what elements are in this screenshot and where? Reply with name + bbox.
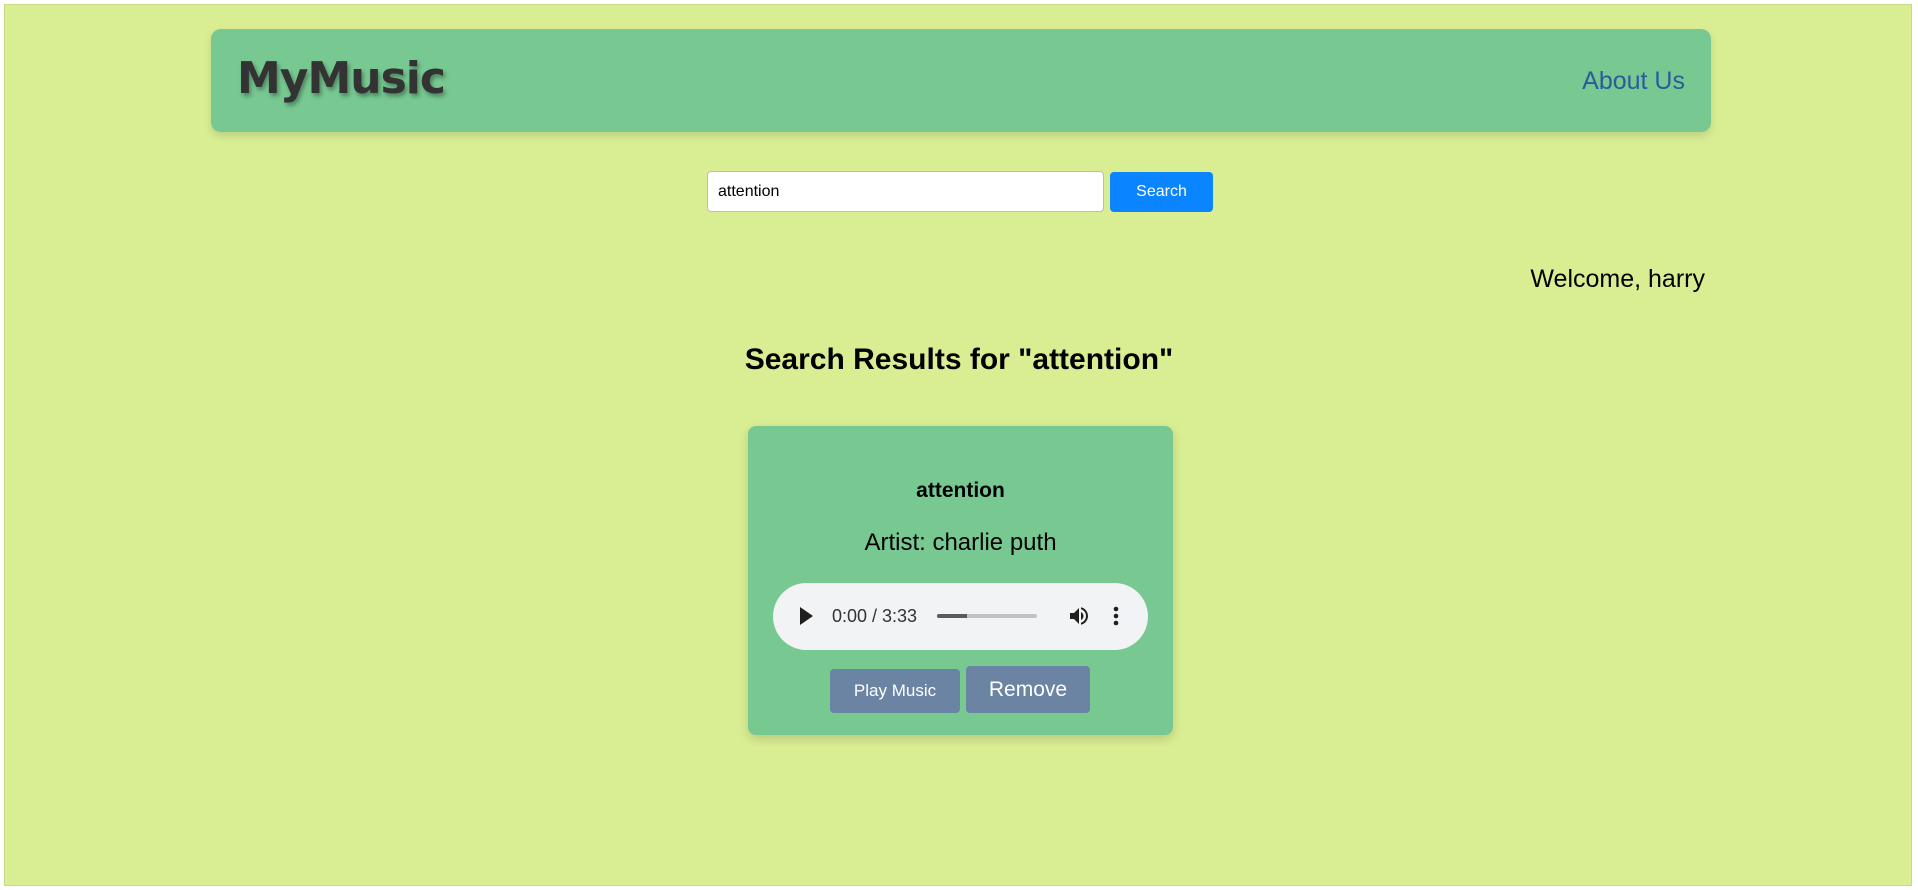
remove-button[interactable]: Remove <box>966 666 1090 713</box>
play-music-button[interactable]: Play Music <box>830 669 960 713</box>
brand-logo[interactable]: MyMusic <box>237 57 446 101</box>
search-input[interactable] <box>707 171 1104 212</box>
more-options-icon[interactable] <box>1111 604 1121 628</box>
play-icon[interactable] <box>800 607 813 625</box>
about-us-link[interactable]: About Us <box>1582 69 1685 94</box>
progress-slider[interactable] <box>937 614 1037 618</box>
volume-icon[interactable] <box>1067 604 1091 628</box>
song-artist: Artist: charlie puth <box>864 529 1057 556</box>
search-results-heading: Search Results for "attention" <box>744 343 1174 376</box>
time-display: 0:00 / 3:33 <box>832 606 918 626</box>
header-bar: MyMusic About Us <box>211 29 1711 132</box>
page: MyMusic About Us Search Welcome, harry S… <box>4 4 1912 886</box>
search-button[interactable]: Search <box>1110 172 1213 212</box>
song-title: attention <box>916 479 1005 502</box>
audio-player: 0:00 / 3:33 <box>773 583 1148 650</box>
song-card: attention Artist: charlie puth 0:00 / 3:… <box>748 426 1173 735</box>
welcome-message: Welcome, harry <box>1530 265 1705 293</box>
progress-fill <box>937 614 967 618</box>
